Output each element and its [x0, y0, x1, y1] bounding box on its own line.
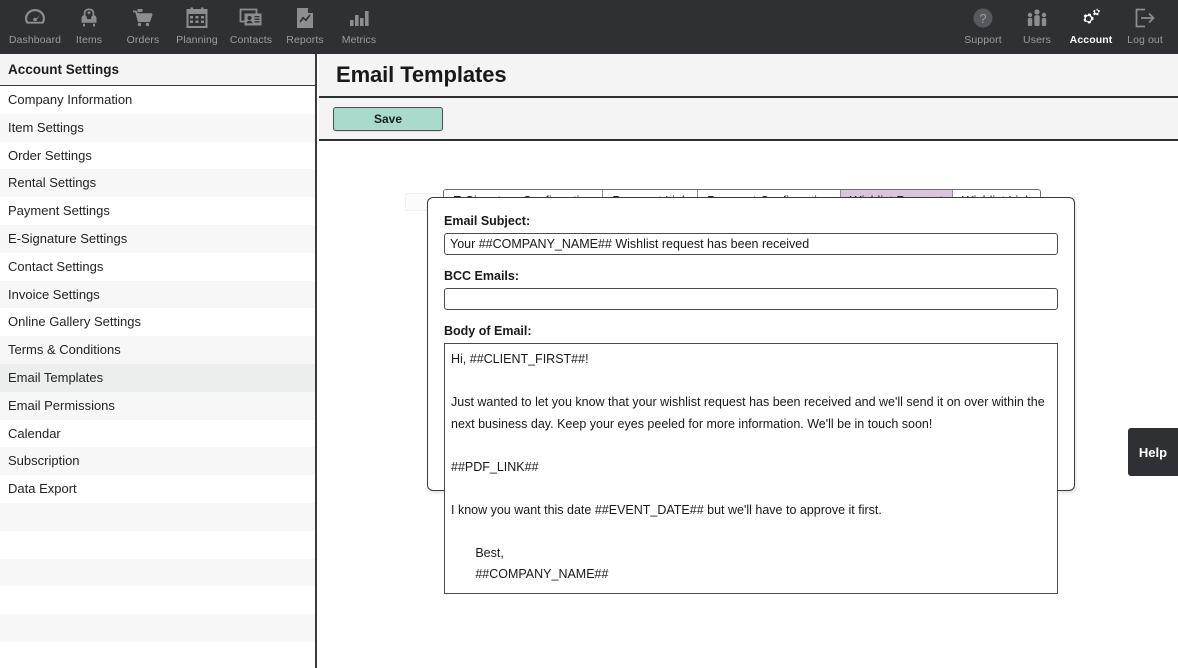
- nav-item-logout[interactable]: Log out: [1118, 0, 1172, 46]
- action-toolbar: Save: [319, 98, 1178, 141]
- nav-item-support[interactable]: ? Support: [956, 0, 1010, 46]
- cart-icon: [130, 4, 156, 32]
- help-button[interactable]: Help: [1128, 428, 1178, 476]
- sidebar-item-label: Invoice Settings: [8, 286, 100, 302]
- sidebar-item-item-settings[interactable]: Item Settings: [0, 113, 315, 142]
- sidebar-item-order-settings[interactable]: Order Settings: [0, 141, 315, 170]
- sidebar-item-company-information[interactable]: Company Information: [0, 86, 315, 114]
- svg-text:?: ?: [979, 11, 986, 26]
- sidebar-item-label: Item Settings: [8, 119, 84, 135]
- form-spacer: [444, 255, 1058, 269]
- nav-item-label: Items: [75, 34, 103, 46]
- sidebar-item-label: Email Permissions: [8, 397, 115, 413]
- nav-item-reports[interactable]: Reports: [278, 0, 332, 46]
- nav-item-metrics[interactable]: Metrics: [332, 0, 386, 46]
- nav-item-contacts[interactable]: Contacts: [224, 0, 278, 46]
- sidebar-filler-row: [0, 614, 315, 642]
- report-chart-icon: [292, 4, 318, 32]
- form-spacer: [444, 310, 1058, 324]
- gauge-icon: [22, 4, 48, 32]
- logout-arrow-icon: [1132, 4, 1158, 32]
- question-circle-icon: ?: [970, 4, 996, 32]
- email-subject-label: Email Subject:: [444, 214, 531, 228]
- email-template-form-panel: Email Subject: BCC Emails: Body of Email…: [427, 197, 1075, 594]
- sidebar-filler-row: [0, 558, 315, 587]
- sidebar-item-label: Terms & Conditions: [8, 342, 121, 358]
- sidebar-item-email-templates[interactable]: Email Templates: [0, 363, 315, 392]
- sidebar-item-esignature-settings[interactable]: E-Signature Settings: [0, 224, 315, 253]
- sidebar-item-label: Rental Settings: [8, 175, 97, 191]
- sidebar-item-invoice-settings[interactable]: Invoice Settings: [0, 280, 315, 309]
- nav-item-label: Account: [1069, 34, 1113, 46]
- nav-item-label: Support: [964, 34, 1002, 46]
- sidebar-item-contact-settings[interactable]: Contact Settings: [0, 252, 315, 281]
- main-content: Email Templates Save E-Signature Confirm…: [319, 54, 1178, 668]
- sidebar-item-label: E-Signature Settings: [8, 230, 128, 246]
- bar-chart-icon: [346, 4, 372, 32]
- bcc-emails-input[interactable]: [444, 288, 1058, 310]
- top-navigation-bar: Dashboard Items Orders Planning Contacts…: [0, 0, 1178, 54]
- nav-item-users[interactable]: Users: [1010, 0, 1064, 46]
- account-settings-sidebar: Account Settings Company Information Ite…: [0, 54, 317, 668]
- nav-item-account[interactable]: Account: [1064, 0, 1118, 46]
- sidebar-item-label: Email Templates: [8, 369, 104, 385]
- sidebar-item-label: Data Export: [8, 481, 77, 497]
- sidebar-filler-row: [0, 641, 315, 668]
- sidebar-item-payment-settings[interactable]: Payment Settings: [0, 197, 315, 225]
- sidebar-item-data-export[interactable]: Data Export: [0, 475, 315, 503]
- sidebar-item-email-permissions[interactable]: Email Permissions: [0, 391, 315, 420]
- page-title: Email Templates: [336, 62, 507, 87]
- sidebar-item-label: Calendar: [8, 425, 61, 441]
- sidebar-item-subscription[interactable]: Subscription: [0, 447, 315, 476]
- nav-item-label: Metrics: [341, 34, 377, 46]
- sidebar-filler-row: [0, 530, 315, 559]
- nav-item-label: Orders: [126, 34, 160, 46]
- sidebar-item-label: Payment Settings: [8, 203, 110, 219]
- nav-item-label: Reports: [286, 34, 324, 46]
- save-button[interactable]: Save: [333, 106, 443, 131]
- bcc-emails-label: BCC Emails:: [444, 269, 520, 283]
- sidebar-item-calendar[interactable]: Calendar: [0, 419, 315, 448]
- nav-item-orders[interactable]: Orders: [116, 0, 170, 46]
- nav-item-planning[interactable]: Planning: [170, 0, 224, 46]
- sidebar-filler-row: [0, 586, 315, 615]
- sidebar-item-label: Subscription: [8, 453, 80, 469]
- nav-item-label: Log out: [1127, 34, 1163, 46]
- top-nav-right-group: ? Support Users Account Log out: [956, 0, 1172, 46]
- nav-item-label: Contacts: [229, 34, 273, 46]
- contact-card-icon: [238, 4, 264, 32]
- body-of-email-label: Body of Email:: [444, 324, 532, 338]
- body-of-email-textarea[interactable]: [444, 343, 1058, 594]
- page-title-bar: Email Templates: [319, 54, 1178, 98]
- sidebar-item-label: Order Settings: [8, 147, 92, 163]
- email-subject-input[interactable]: [444, 233, 1058, 255]
- sidebar-item-rental-settings[interactable]: Rental Settings: [0, 169, 315, 198]
- calendar-icon: [184, 4, 210, 32]
- nav-item-label: Planning: [176, 34, 218, 46]
- sidebar-item-terms-and-conditions[interactable]: Terms & Conditions: [0, 336, 315, 364]
- sidebar-item-label: Online Gallery Settings: [8, 314, 141, 330]
- nav-item-items[interactable]: Items: [62, 0, 116, 46]
- nav-item-label: Dashboard: [8, 34, 62, 46]
- app-root: Dashboard Items Orders Planning Contacts…: [0, 0, 1178, 668]
- sidebar-heading: Account Settings: [0, 54, 315, 86]
- people-group-icon: [1024, 4, 1050, 32]
- top-nav-left-group: Dashboard Items Orders Planning Contacts…: [0, 0, 386, 46]
- nav-item-label: Users: [1023, 34, 1051, 46]
- sidebar-item-label: Company Information: [8, 92, 133, 107]
- sidebar-item-list: Company Information Item Settings Order …: [0, 86, 315, 668]
- sidebar-item-label: Contact Settings: [8, 258, 104, 274]
- sidebar-filler-row: [0, 502, 315, 531]
- nav-item-dashboard[interactable]: Dashboard: [8, 0, 62, 46]
- armchair-icon: [76, 4, 102, 32]
- gears-icon: [1078, 4, 1104, 32]
- sidebar-item-online-gallery-settings[interactable]: Online Gallery Settings: [0, 308, 315, 337]
